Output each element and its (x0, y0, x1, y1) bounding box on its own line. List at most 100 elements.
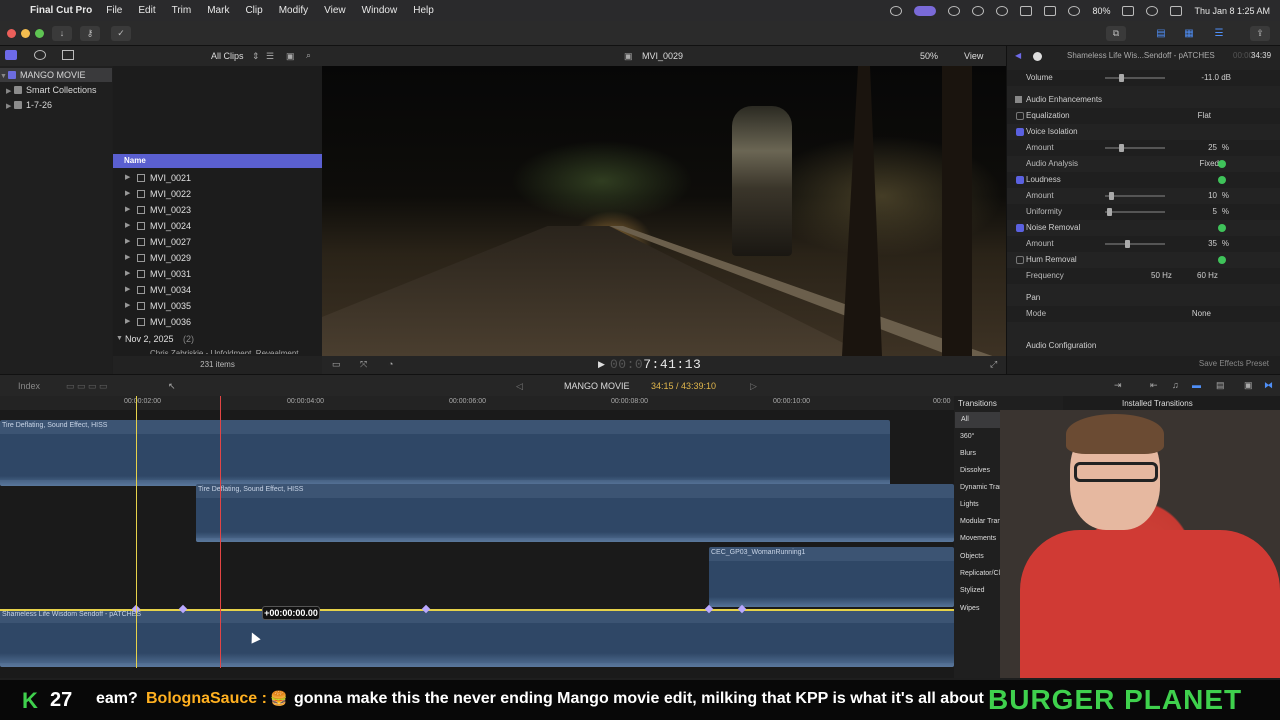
index-button[interactable]: Index (18, 381, 40, 391)
fullscreen-icon[interactable]: ⤢ (990, 359, 997, 370)
group-row[interactable]: ▼ Nov 2, 2025 (2) (113, 331, 322, 347)
libraries-icon[interactable] (5, 50, 17, 60)
select-tool-icon[interactable]: ↖ (168, 381, 176, 392)
noise-amount-slider[interactable] (1105, 240, 1165, 248)
disclosure-icon[interactable]: ▼ (0, 70, 8, 84)
vi-amount-value[interactable]: 25 (1208, 140, 1217, 156)
vi-amount-slider[interactable] (1105, 144, 1165, 152)
speed-icon[interactable]: ◔ (388, 359, 393, 369)
voice-isolation-checkbox[interactable] (1016, 128, 1024, 136)
info-icon[interactable] (1033, 52, 1042, 61)
audio-clip[interactable]: Shameless Life Wisdom Sendoff - pATCHES (0, 609, 954, 667)
clip-row[interactable]: ▶ MVI_0027 (113, 234, 322, 250)
play-icon[interactable]: ▶ (598, 359, 605, 370)
uniformity-slider[interactable] (1105, 208, 1165, 216)
clip-row[interactable]: ▶ MVI_0024 (113, 218, 322, 234)
menu-clip[interactable]: Clip (245, 5, 262, 16)
pan-mode-popup[interactable]: None (1192, 306, 1211, 322)
noise-removal-checkbox[interactable] (1016, 224, 1024, 232)
clip-row[interactable]: ▶ MVI_0034 (113, 282, 322, 298)
app-menu[interactable]: Final Cut Pro (30, 5, 92, 16)
clip-appearance-icon[interactable]: ▣ (286, 51, 295, 62)
freq-60-radio[interactable]: 60 Hz (1197, 268, 1218, 284)
screen-record-icon[interactable] (890, 5, 903, 16)
clip-row[interactable]: ▶ MVI_0021 (113, 170, 322, 186)
save-preset-button[interactable]: Save Effects Preset (1199, 356, 1269, 372)
search-icon[interactable]: ⌕ (306, 50, 311, 61)
forward-icon[interactable]: ▷ (750, 381, 757, 392)
equalization-checkbox[interactable] (1016, 112, 1024, 120)
menu-edit[interactable]: Edit (138, 5, 155, 16)
bluetooth-icon[interactable] (1044, 5, 1057, 16)
photos-audio-icon[interactable] (34, 50, 46, 60)
focus-icon[interactable] (948, 5, 961, 16)
playhead[interactable] (220, 396, 221, 668)
eq-popup[interactable]: Flat (1198, 108, 1211, 124)
project-name[interactable]: MANGO MOVIE (564, 381, 630, 391)
clip-row[interactable]: ▶ MVI_0031 (113, 266, 322, 282)
menu-help[interactable]: Help (413, 5, 434, 16)
show-inspector-icon[interactable]: ☰ (1210, 26, 1228, 41)
show-timeline-icon[interactable]: ▦ (1180, 26, 1198, 41)
audio-inspector-icon[interactable]: ◀ (1015, 48, 1021, 64)
clip-filter-popup[interactable]: All Clips (211, 51, 244, 61)
disclosure-icon[interactable]: ▶ (6, 85, 14, 99)
loud-amount-slider[interactable] (1105, 192, 1165, 200)
wifi-icon[interactable] (1068, 5, 1081, 16)
menu-mark[interactable]: Mark (207, 5, 229, 16)
zoom-popup[interactable]: 50% (920, 51, 938, 61)
menu-trim[interactable]: Trim (172, 5, 192, 16)
view-popup[interactable]: View (964, 51, 983, 61)
timeline-ruler[interactable]: 00:00:02:00 00:00:04:00 00:00:06:00 00:0… (0, 396, 954, 410)
uniformity-value[interactable]: 5 (1213, 204, 1217, 220)
clip-row[interactable]: ▶ MVI_0036 (113, 314, 322, 330)
audio-clip[interactable]: CEC_GP03_WomanRunning1 (709, 547, 954, 607)
clip-row[interactable]: ▶ MVI_0022 (113, 186, 322, 202)
headphones-icon[interactable]: ♫ (1172, 380, 1179, 390)
list-view-icon[interactable]: ☰ (266, 51, 274, 62)
audio-clip[interactable]: Tire Deflating, Sound Effect, HISS (196, 484, 954, 542)
battery-icon[interactable] (1122, 5, 1135, 16)
stage-manager-icon[interactable] (914, 5, 937, 16)
clip-appearance-icon[interactable]: ▤ (1216, 380, 1225, 391)
volume-value[interactable]: -11.0 (1201, 70, 1219, 86)
share-button[interactable]: ⇪ (1250, 26, 1270, 41)
minimize-window-icon[interactable] (21, 29, 30, 38)
zoom-window-icon[interactable] (35, 29, 44, 38)
hum-removal-checkbox[interactable] (1016, 256, 1024, 264)
sidebar-item-smart-collections[interactable]: ▶ Smart Collections (0, 83, 112, 97)
transform-tool-icon[interactable]: ⤧ (360, 359, 367, 370)
menu-window[interactable]: Window (362, 5, 398, 16)
layout-button[interactable]: ⧉ (1106, 26, 1126, 41)
loudness-checkbox[interactable] (1016, 176, 1024, 184)
freq-50-radio[interactable]: 50 Hz (1151, 268, 1172, 284)
show-browser-icon[interactable]: ▤ (1152, 26, 1170, 41)
installed-transitions-popup[interactable]: Installed Transitions (1122, 399, 1193, 408)
effects-browser-icon[interactable]: ▣ (1244, 380, 1253, 391)
disclosure-icon[interactable]: ▶ (6, 100, 14, 114)
close-window-icon[interactable] (7, 29, 16, 38)
volume-slider[interactable] (1105, 74, 1165, 82)
edit-buttons[interactable]: ▭ ▭ ▭ ▭ (66, 381, 108, 392)
titles-generators-icon[interactable] (62, 50, 74, 60)
display-icon[interactable] (1020, 5, 1033, 16)
crop-tool-icon[interactable]: ▭ (332, 359, 341, 370)
menu-modify[interactable]: Modify (279, 5, 308, 16)
loud-amount-value[interactable]: 10 (1208, 188, 1217, 204)
video-viewer[interactable] (322, 66, 1006, 356)
noise-amount-value[interactable]: 35 (1208, 236, 1217, 252)
audio-clip[interactable]: Tire Deflating, Sound Effect, HISS (0, 420, 890, 486)
timecode-display[interactable]: 00:07:41:13 (610, 357, 701, 372)
menu-clock[interactable]: Thu Jan 8 1:25 AM (1194, 6, 1270, 16)
keywords-button[interactable]: ⚷ (80, 26, 100, 41)
menu-file[interactable]: File (106, 5, 122, 16)
sidebar-item-library[interactable]: ▼ MANGO MOVIE (0, 68, 112, 82)
clip-row[interactable]: ▶ MVI_0029 (113, 250, 322, 266)
play-icon[interactable] (996, 5, 1009, 16)
search-icon[interactable] (1146, 5, 1159, 16)
media-icon[interactable] (972, 5, 985, 16)
audio-skimming-icon[interactable]: ⇤ (1150, 380, 1158, 391)
control-center-icon[interactable] (1170, 5, 1183, 16)
clip-row[interactable]: ▶ MVI_0035 (113, 298, 322, 314)
clip-connections-icon[interactable]: ⇥ (1114, 380, 1122, 391)
